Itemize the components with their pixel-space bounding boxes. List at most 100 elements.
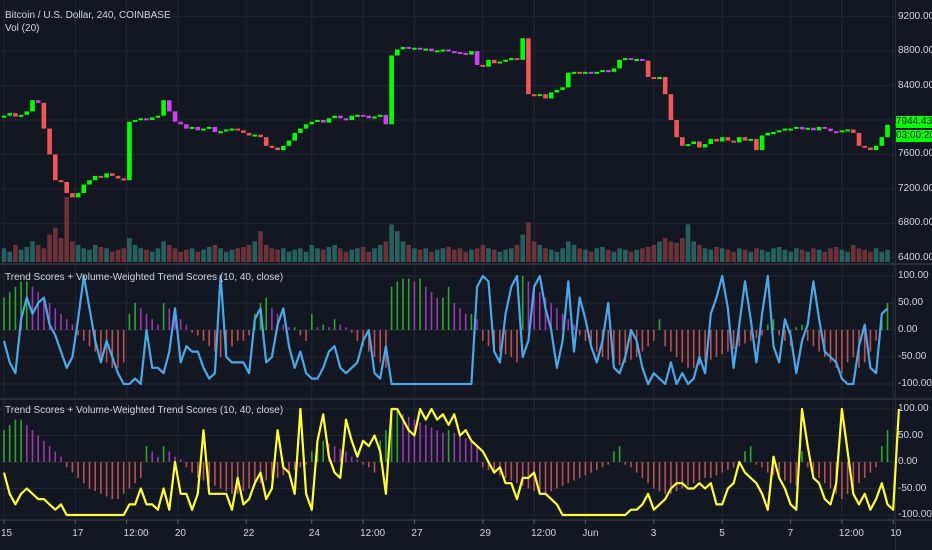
candle xyxy=(184,124,189,129)
histogram-bar xyxy=(732,462,735,468)
volume-bar xyxy=(440,248,446,262)
histogram-bar xyxy=(710,462,712,478)
histogram-bar xyxy=(459,435,461,462)
candle xyxy=(355,114,360,117)
histogram-bar xyxy=(31,430,34,462)
histogram-bar xyxy=(744,451,746,462)
histogram-bar xyxy=(202,462,205,481)
histogram-bar xyxy=(145,446,148,462)
histogram-bar xyxy=(191,462,193,473)
histogram-bar xyxy=(379,330,381,363)
histogram-bar xyxy=(396,409,399,462)
price-axis-label: 6400.00 xyxy=(898,251,932,263)
histogram-bar xyxy=(824,462,826,484)
histogram-bar xyxy=(829,462,832,489)
candle xyxy=(480,64,486,67)
volume-bar xyxy=(457,248,463,262)
volume-bar xyxy=(805,251,810,262)
candle xyxy=(486,59,491,67)
candle xyxy=(782,128,788,131)
histogram-bar xyxy=(858,462,860,484)
volume-bar xyxy=(406,244,411,262)
candle xyxy=(805,127,810,130)
candle xyxy=(315,120,320,122)
volume-bar xyxy=(509,248,514,262)
candle xyxy=(474,51,480,65)
histogram-bar xyxy=(624,462,627,465)
volume-bar xyxy=(303,251,309,262)
candle xyxy=(759,135,765,151)
histogram-bar xyxy=(185,324,188,330)
histogram-bar xyxy=(596,330,598,352)
volume-bar xyxy=(526,222,531,262)
volume-bar xyxy=(868,251,873,262)
histogram-bar xyxy=(14,419,17,462)
volume-bar xyxy=(178,251,183,262)
volume-bar xyxy=(754,248,759,262)
histogram-bar xyxy=(214,462,216,486)
volume-bar xyxy=(520,234,525,262)
candle xyxy=(628,58,634,61)
score-axis-label: -50.00 xyxy=(898,351,927,362)
candle xyxy=(92,175,98,181)
volume-bar xyxy=(446,246,451,262)
volume-bar xyxy=(92,244,98,262)
volume-bar xyxy=(491,249,497,262)
histogram-bar xyxy=(687,462,689,486)
pane-separator xyxy=(0,398,932,400)
volume-bar xyxy=(845,251,850,262)
candle xyxy=(149,117,155,120)
time-axis-label: 12:00 xyxy=(123,528,149,539)
current-price-label: 7944.43 xyxy=(896,116,932,128)
histogram-bar xyxy=(618,446,621,462)
price-axis-label: 7200.00 xyxy=(898,182,932,194)
histogram-bar xyxy=(464,438,467,462)
histogram-bar xyxy=(647,462,649,484)
histogram-bar xyxy=(88,330,91,347)
candle xyxy=(360,114,366,117)
histogram-bar xyxy=(556,462,558,489)
candle xyxy=(680,137,685,146)
candle xyxy=(657,77,662,79)
histogram-bar xyxy=(425,286,427,330)
volume-bar xyxy=(452,249,457,262)
histogram-bar xyxy=(276,462,279,478)
histogram-bar xyxy=(504,330,507,355)
volume-bar xyxy=(212,244,218,262)
volume-bar xyxy=(583,249,588,262)
histogram-bar xyxy=(20,419,22,462)
histogram-bar xyxy=(43,440,45,462)
histogram-bar xyxy=(436,297,438,330)
candle xyxy=(13,113,18,117)
histogram-bar xyxy=(128,313,131,330)
candle xyxy=(366,115,372,119)
volume-bar xyxy=(412,248,417,262)
candle xyxy=(172,111,178,122)
candle xyxy=(645,60,651,77)
candle xyxy=(377,114,383,117)
histogram-bar xyxy=(761,330,763,336)
time-axis-label: 12:00 xyxy=(838,528,864,539)
volume-bar xyxy=(47,234,52,262)
histogram-bar xyxy=(607,330,609,360)
volume-bar xyxy=(235,248,240,262)
volume-bar xyxy=(554,251,560,262)
score-axis-label: -100.00 xyxy=(898,509,932,520)
price-axis-label: 6800.00 xyxy=(898,217,932,229)
volume-bar xyxy=(269,248,275,262)
candle xyxy=(292,132,297,141)
histogram-bar xyxy=(151,451,153,462)
volume-bar xyxy=(258,231,263,262)
candle xyxy=(509,58,514,61)
candle xyxy=(195,126,201,131)
score-axis-label: 50.00 xyxy=(898,429,924,441)
histogram-bar xyxy=(675,462,678,492)
histogram-bar xyxy=(447,286,450,330)
histogram-bar xyxy=(202,330,205,341)
histogram-bar xyxy=(578,330,581,336)
candle xyxy=(873,145,879,151)
histogram-bar xyxy=(613,451,615,462)
histogram-bar xyxy=(140,462,142,478)
volume-bar xyxy=(685,224,691,262)
histogram-bar xyxy=(521,276,524,330)
